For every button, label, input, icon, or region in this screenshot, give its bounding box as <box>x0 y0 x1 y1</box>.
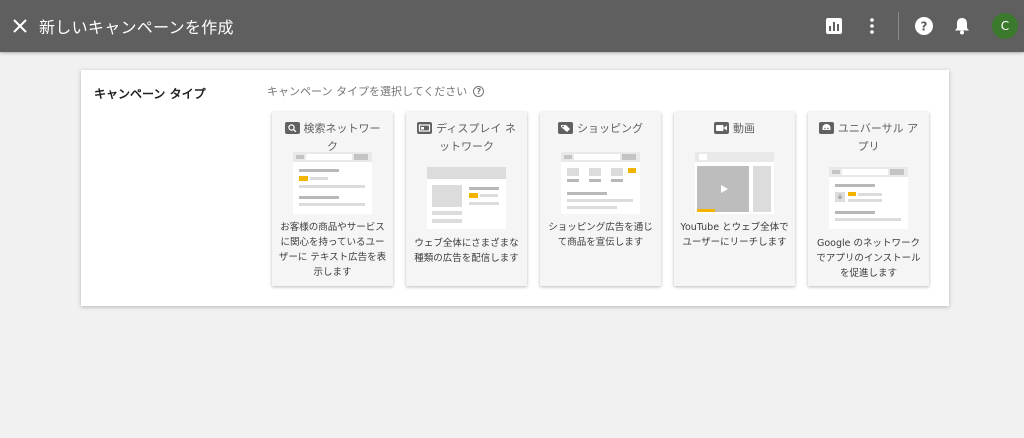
card-title: ディスプレイ ネットワーク <box>406 120 527 156</box>
reports-icon[interactable] <box>822 14 846 38</box>
card-search-network[interactable]: 検索ネットワーク お客様の商品やサービスに関心を持っているユーザーに テキスト広… <box>272 112 393 286</box>
card-description: ショッピング広告を通じて商品を宣伝します <box>548 222 653 248</box>
close-icon[interactable] <box>8 14 32 38</box>
display-illustration <box>427 167 506 229</box>
card-title: ユニバーサル アプリ <box>808 120 929 156</box>
card-title: ショッピング <box>540 120 661 138</box>
card-description: ウェブ全体にさまざまな種類の広告を配信します <box>414 238 519 264</box>
card-display-network[interactable]: ディスプレイ ネットワーク ウェブ全体にさまざまな種類の広告を配信します <box>406 112 527 286</box>
avatar[interactable]: C <box>992 13 1018 39</box>
tag-icon <box>558 122 573 134</box>
help-icon[interactable]: ? <box>912 14 936 38</box>
card-description: YouTube とウェブ全体でユーザーにリーチします <box>680 222 789 248</box>
page-title: 新しいキャンペーンを作成 <box>39 18 234 37</box>
shopping-illustration <box>561 152 640 214</box>
toolbar-divider <box>898 12 899 40</box>
card-title: 動画 <box>674 120 795 138</box>
help-circle-icon[interactable]: ? <box>473 85 485 97</box>
selection-prompt: キャンペーン タイプを選択してください ? <box>267 83 485 99</box>
app-illustration <box>829 167 908 229</box>
search-illustration <box>293 152 372 214</box>
android-icon <box>818 122 834 134</box>
card-description: お客様の商品やサービスに関心を持っているユーザーに テキスト広告を表示します <box>278 222 387 278</box>
search-icon <box>284 122 300 134</box>
display-icon <box>417 122 433 134</box>
section-label: キャンペーン タイプ <box>94 87 206 101</box>
prompt-text: キャンペーン タイプを選択してください <box>267 85 468 98</box>
card-universal-app[interactable]: ユニバーサル アプリ Google のネットワークでアプリのインストールを促進し… <box>808 112 929 286</box>
notifications-icon[interactable] <box>950 14 974 38</box>
svg-text:?: ? <box>921 20 928 34</box>
card-description: Google のネットワークでアプリのインストールを促進します <box>816 238 921 279</box>
card-video[interactable]: 動画 YouTube とウェブ全体でユーザーにリーチします <box>674 112 795 286</box>
video-illustration <box>695 152 774 214</box>
top-app-bar: 新しいキャンペーンを作成 ? C <box>0 0 1024 52</box>
campaign-type-panel: キャンペーン タイプ キャンペーン タイプを選択してください ? 検索ネットワー… <box>81 70 949 306</box>
card-title: 検索ネットワーク <box>272 120 393 156</box>
video-icon <box>714 122 729 134</box>
card-shopping[interactable]: ショッピング ショッピング広告を通じて商品を宣伝します <box>540 112 661 286</box>
more-vert-icon[interactable] <box>860 14 884 38</box>
